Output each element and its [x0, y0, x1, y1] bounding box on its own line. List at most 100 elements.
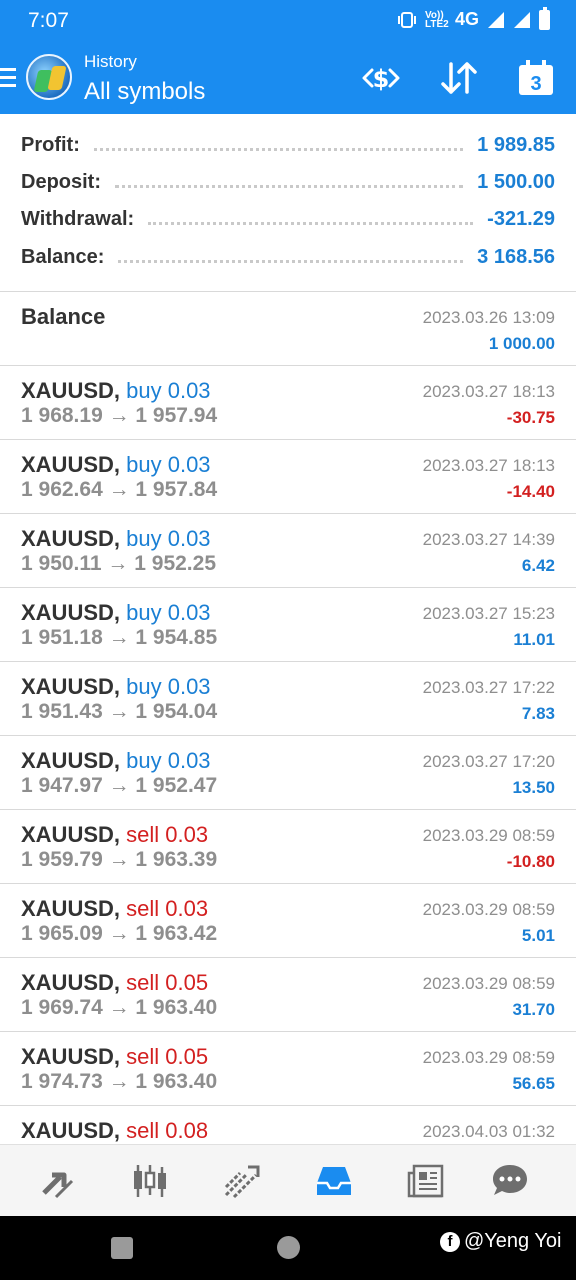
deal-prices: 1 950.11 → 1 952.25: [21, 552, 216, 575]
calendar-icon[interactable]: 3: [515, 58, 557, 98]
balance-value: 3 168.56: [477, 245, 555, 268]
deal-side: sell 0.03: [126, 896, 209, 921]
dotted-leader: [148, 221, 474, 225]
dotted-leader: [118, 259, 464, 263]
deal-row[interactable]: XAUUSD, buy 0.03 1 951.18 → 1 954.85 202…: [0, 588, 576, 662]
deal-side: sell 0.08: [126, 1118, 209, 1143]
chat-icon[interactable]: [488, 1159, 532, 1203]
deal-row[interactable]: XAUUSD, sell 0.03 1 965.09 → 1 963.42 20…: [0, 884, 576, 958]
deal-symbol: XAUUSD,: [21, 378, 121, 403]
deal-side: buy 0.03: [126, 748, 211, 773]
summary-row-deposit: Deposit: 1 500.00: [21, 167, 555, 197]
deal-row[interactable]: XAUUSD, buy 0.03 1 950.11 → 1 952.25 202…: [0, 514, 576, 588]
deposit-label: Deposit:: [21, 170, 101, 193]
deal-title: XAUUSD, sell 0.08: [21, 1118, 208, 1144]
deal-date: 2023.04.03 01:32: [422, 1122, 555, 1141]
summary-row-balance: Balance: 3 168.56: [21, 242, 555, 272]
summary-row-profit: Profit: 1 989.85: [21, 130, 555, 160]
balance-label: Balance:: [21, 245, 105, 268]
deal-profit: -30.75: [506, 408, 555, 427]
bottom-nav: [0, 1144, 576, 1216]
deal-date: 2023.03.27 15:23: [422, 604, 555, 623]
chart-icon[interactable]: [128, 1159, 172, 1203]
deal-title: XAUUSD, buy 0.03: [21, 600, 211, 626]
deal-symbol: XAUUSD,: [21, 1118, 121, 1143]
deals-list[interactable]: Balance 2023.03.26 13:09 1 000.00 XAUUSD…: [0, 292, 576, 1144]
deal-date: 2023.03.29 08:59: [422, 826, 555, 845]
deal-date: 2023.03.29 08:59: [422, 900, 555, 919]
volte-label: Vo)) LTE2: [424, 9, 449, 30]
deal-prices: 1 951.18 → 1 954.85: [21, 626, 218, 649]
app-title[interactable]: All symbols: [84, 78, 205, 106]
network-type: 4G: [454, 9, 479, 29]
deal-symbol: XAUUSD,: [21, 970, 121, 995]
deal-row[interactable]: XAUUSD, sell 0.05 1 969.74 → 1 963.40 20…: [0, 958, 576, 1032]
deal-title: XAUUSD, sell 0.05: [21, 1044, 208, 1070]
status-time: 7:07: [28, 9, 69, 32]
profit-value: 1 989.85: [477, 133, 555, 156]
withdrawal-value: -321.29: [487, 207, 555, 230]
app-logo: [26, 54, 72, 100]
quotes-icon[interactable]: [36, 1159, 80, 1203]
deal-side: sell 0.05: [126, 1044, 209, 1069]
deal-date: 2023.03.29 08:59: [422, 1048, 555, 1067]
vibrate-icon: [397, 11, 416, 28]
deal-row[interactable]: XAUUSD, buy 0.03 1 968.19 → 1 957.94 202…: [0, 366, 576, 440]
currency-swap-icon[interactable]: $: [360, 58, 402, 98]
deal-date: 2023.03.27 18:13: [422, 456, 555, 475]
recent-apps-button[interactable]: [111, 1237, 133, 1259]
deal-title: XAUUSD, sell 0.03: [21, 822, 208, 848]
deal-profit: 11.01: [513, 630, 555, 649]
battery-icon: [539, 6, 550, 30]
deal-profit: -14.40: [506, 482, 555, 501]
profit-label: Profit:: [21, 133, 80, 156]
status-icons: Vo)) LTE2 4G: [397, 6, 550, 30]
deal-prices: 1 965.09 → 1 963.42: [21, 922, 218, 945]
deal-date: 2023.03.29 08:59: [422, 974, 555, 993]
deal-title: XAUUSD, sell 0.03: [21, 896, 208, 922]
deal-profit: 56.65: [512, 1074, 555, 1093]
summary-row-withdrawal: Withdrawal: -321.29: [21, 204, 555, 234]
deal-symbol: XAUUSD,: [21, 674, 121, 699]
deal-row[interactable]: XAUUSD, buy 0.03 1 962.64 → 1 957.84 202…: [0, 440, 576, 514]
deposit-value: 1 500.00: [477, 170, 555, 193]
app-subtitle: History: [84, 52, 137, 71]
deal-side: buy 0.03: [126, 600, 211, 625]
deal-date: 2023.03.27 17:22: [422, 678, 555, 697]
deal-row[interactable]: XAUUSD, sell 0.05 1 974.73 → 1 963.40 20…: [0, 1032, 576, 1106]
deal-profit: 1 000.00: [488, 334, 555, 353]
watermark-text: @Yeng Yoi: [464, 1230, 562, 1252]
deal-row[interactable]: XAUUSD, buy 0.03 1 951.43 → 1 954.04 202…: [0, 662, 576, 736]
deal-title: XAUUSD, buy 0.03: [21, 452, 211, 478]
deal-profit: -10.80: [506, 852, 555, 871]
news-icon[interactable]: [404, 1159, 448, 1203]
history-icon[interactable]: [312, 1159, 356, 1203]
signal-icon: [488, 11, 504, 28]
deal-title: XAUUSD, buy 0.03: [21, 748, 211, 774]
trade-icon[interactable]: [220, 1159, 264, 1203]
deal-prices: 1 974.73 → 1 963.40: [21, 1070, 218, 1093]
deal-side: buy 0.03: [126, 452, 211, 477]
deal-symbol: XAUUSD,: [21, 452, 121, 477]
deal-profit: 13.50: [512, 778, 555, 797]
deal-symbol: XAUUSD,: [21, 748, 121, 773]
deal-row[interactable]: XAUUSD, sell 0.03 1 959.79 → 1 963.39 20…: [0, 810, 576, 884]
watermark: f @Yeng Yoi: [440, 1230, 561, 1253]
status-bar: 7:07 Vo)) LTE2 4G: [0, 0, 576, 42]
deal-date: 2023.03.26 13:09: [422, 308, 555, 327]
deal-symbol: XAUUSD,: [21, 822, 121, 847]
deal-date: 2023.03.27 14:39: [422, 530, 555, 549]
calendar-day: 3: [530, 73, 541, 95]
deal-side: buy 0.03: [126, 526, 211, 551]
deal-prices: 1 962.64 → 1 957.84: [21, 478, 218, 501]
deal-row-balance[interactable]: Balance 2023.03.26 13:09 1 000.00: [0, 292, 576, 366]
deal-profit: 31.70: [512, 1000, 555, 1019]
deal-row[interactable]: XAUUSD, sell 0.08 2023.04.03 01:32: [0, 1106, 576, 1144]
deal-row[interactable]: XAUUSD, buy 0.03 1 947.97 → 1 952.47 202…: [0, 736, 576, 810]
menu-icon[interactable]: [0, 68, 16, 88]
deal-prices: 1 951.43 → 1 954.04: [21, 700, 218, 723]
deal-prices: 1 968.19 → 1 957.94: [21, 404, 218, 427]
home-button[interactable]: [277, 1236, 300, 1259]
sort-icon[interactable]: [438, 58, 480, 98]
deal-profit: 6.42: [521, 556, 555, 575]
